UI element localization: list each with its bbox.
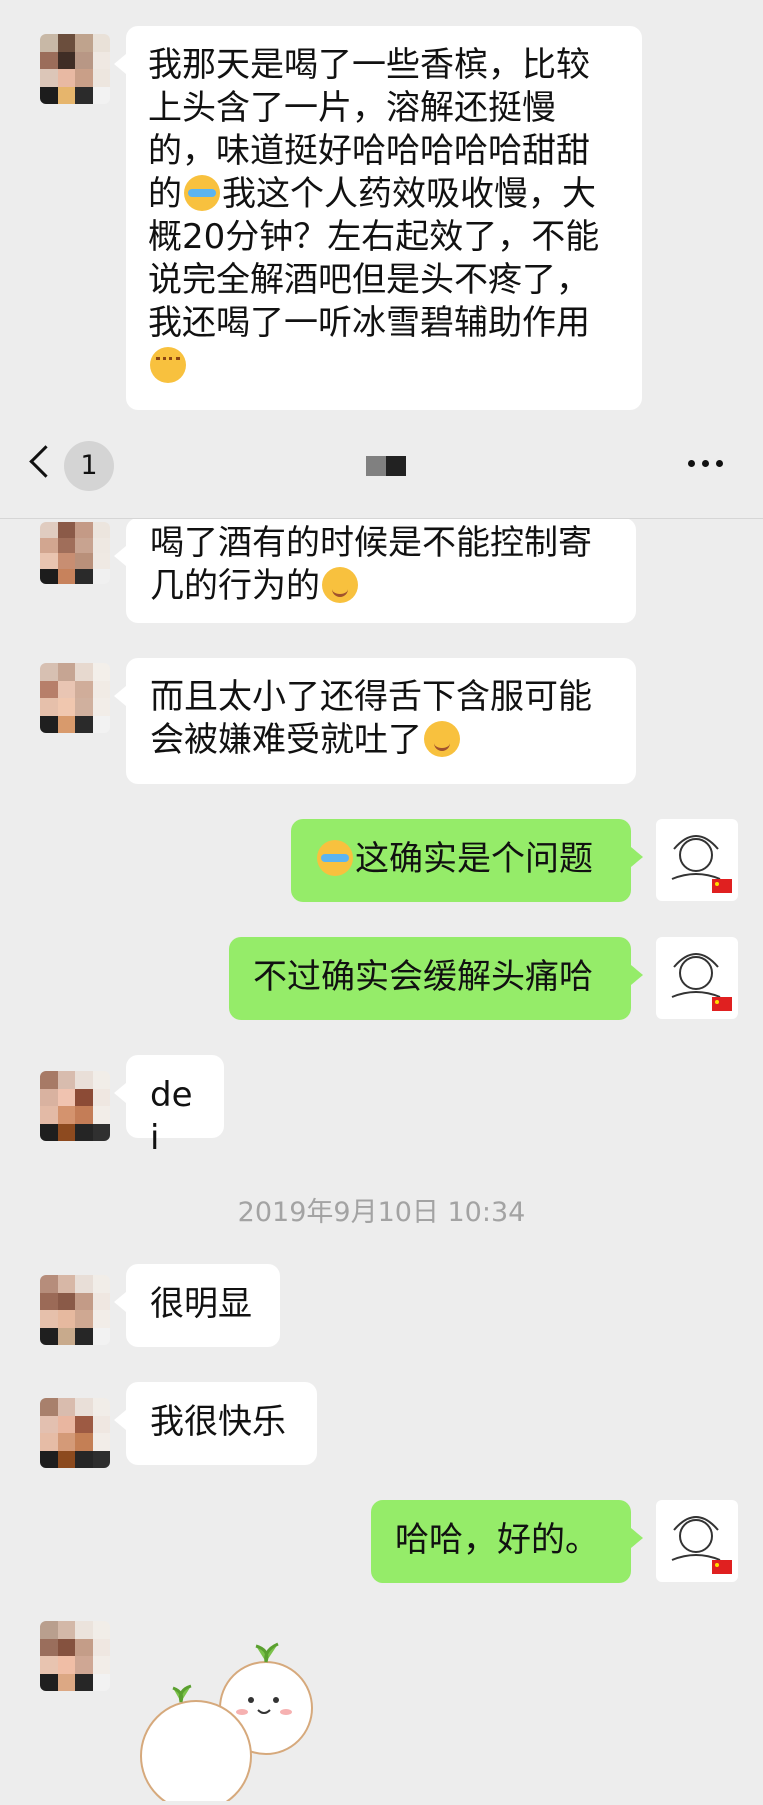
laugh-cry-emoji-icon — [317, 840, 353, 876]
message-text: 我很快乐 — [150, 1402, 286, 1442]
chat-title-redacted — [366, 456, 406, 476]
contact-avatar[interactable] — [40, 34, 110, 104]
message-bubble[interactable]: 我很快乐 — [114, 1382, 317, 1465]
my-avatar[interactable] — [656, 1500, 738, 1582]
unread-badge[interactable]: 1 — [64, 441, 114, 491]
contact-avatar[interactable] — [40, 1621, 110, 1691]
shy-emoji-icon — [150, 347, 186, 383]
my-avatar[interactable] — [656, 937, 738, 1019]
chevron-left-icon[interactable] — [29, 445, 62, 478]
chat-navbar: 1 — [0, 414, 763, 519]
contact-avatar[interactable] — [40, 663, 110, 733]
message-bubble[interactable]: 而且太小了还得舌下含服可能会被嫌难受就吐了 — [114, 658, 636, 784]
contact-avatar[interactable] — [40, 522, 110, 584]
message-text: 很明显 — [150, 1284, 252, 1324]
message-text: 这确实是个问题 — [355, 839, 593, 879]
message-text: 而且太小了还得舌下含服可能会被嫌难受就吐了 — [150, 677, 592, 760]
message-bubble[interactable]: 很明显 — [114, 1264, 280, 1347]
message-bubble[interactable]: 喝了酒有的时候是不能控制寄几的行为的 — [114, 518, 636, 623]
contact-avatar[interactable] — [40, 1275, 110, 1345]
more-dots-icon[interactable] — [688, 460, 723, 467]
message-bubble[interactable]: dei — [114, 1055, 224, 1158]
smile-emoji-icon — [322, 567, 358, 603]
shy-emoji-icon — [424, 721, 460, 757]
my-message-bubble[interactable]: 哈哈，好的。 — [371, 1500, 643, 1583]
message-text: 哈哈，好的。 — [395, 1520, 599, 1560]
message-text: 不过确实会缓解头痛哈 — [253, 957, 593, 997]
timestamp: 2019年9月10日 10:34 — [237, 1197, 526, 1228]
my-avatar[interactable] — [656, 819, 738, 901]
laugh-cry-emoji-icon — [184, 175, 220, 211]
message-bubble[interactable]: 我那天是喝了一些香槟，比较上头含了一片，溶解还挺慢的，味道挺好哈哈哈哈哈甜甜的我… — [114, 26, 642, 410]
my-message-bubble[interactable]: 不过确实会缓解头痛哈 — [229, 937, 643, 1020]
my-message-bubble[interactable]: 这确实是个问题 — [291, 819, 643, 902]
contact-avatar[interactable] — [40, 1071, 110, 1141]
sticker-message[interactable] — [126, 1640, 326, 1805]
sticker-cute-buns — [140, 1642, 313, 1805]
message-text: dei — [150, 1075, 193, 1158]
contact-avatar[interactable] — [40, 1398, 110, 1468]
message-text: 喝了酒有的时候是不能控制寄几的行为的 — [150, 523, 592, 606]
